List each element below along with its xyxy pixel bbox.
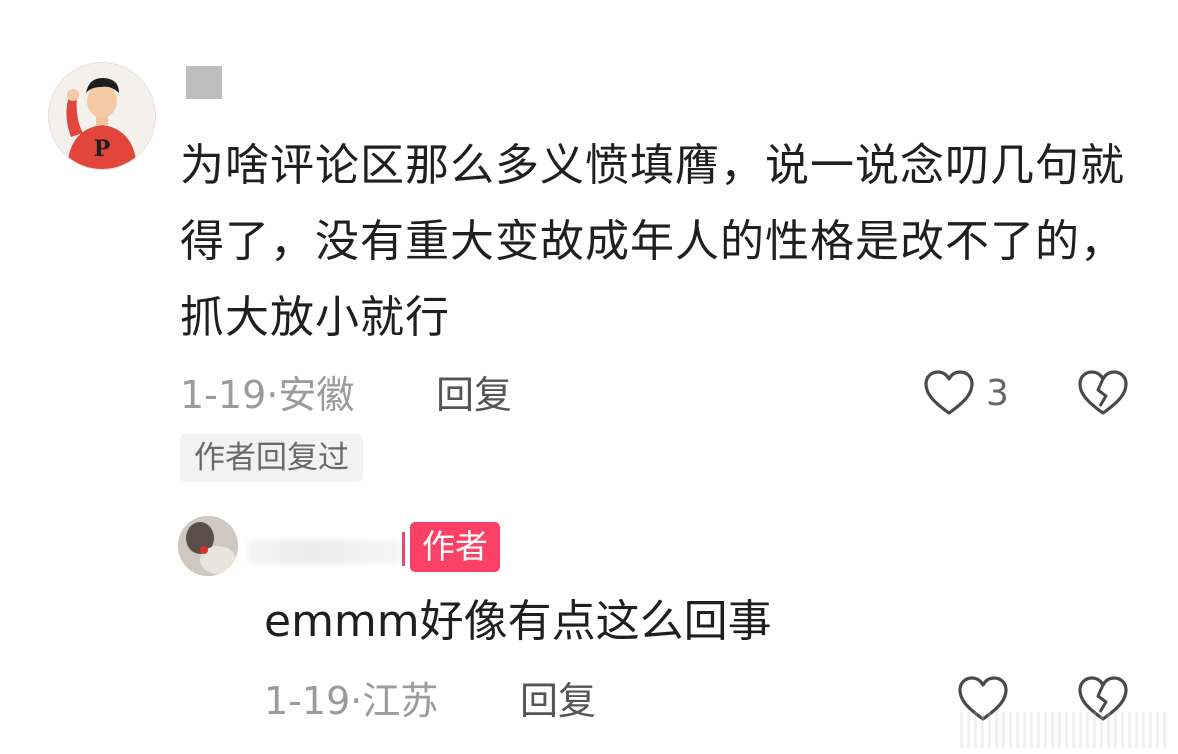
like-button[interactable]: 3 (922, 368, 1009, 418)
author-badge: 作者 (410, 522, 500, 572)
reply-meta: 1-19·江苏 (264, 678, 438, 724)
reply-location: 江苏 (362, 679, 439, 723)
reply-button[interactable]: 回复 (436, 372, 512, 418)
watermark (960, 712, 1170, 748)
comment-location: 安徽 (278, 373, 355, 417)
reply-text: emmm好像有点这么回事 (264, 596, 772, 647)
avatar-illustration: P (49, 63, 155, 169)
meta-separator: · (266, 373, 279, 417)
reply-to-reply-button[interactable]: 回复 (520, 678, 596, 724)
like-count: 3 (986, 372, 1009, 414)
author-name-redacted (248, 540, 400, 564)
comment-date: 1-19 (180, 373, 267, 417)
author-replied-tag[interactable]: 作者回复过 (180, 434, 363, 482)
commenter-avatar[interactable]: P (48, 62, 156, 170)
username-redacted (186, 66, 222, 99)
heart-icon (924, 370, 974, 415)
dislike-button[interactable] (1076, 368, 1130, 422)
author-avatar[interactable] (178, 516, 238, 576)
avatar-letter: P (94, 136, 111, 162)
comment-text: 为啥评论区那么多义愤填膺，说一说念叨几句就得了，没有重大变故成年人的性格是改不了… (180, 140, 1125, 343)
broken-heart-icon (1078, 370, 1128, 415)
meta-separator: · (350, 679, 363, 723)
author-divider (402, 532, 405, 566)
reply-date: 1-19 (264, 679, 351, 723)
comment-meta: 1-19·安徽 (180, 372, 354, 418)
author-avatar-photo (178, 516, 238, 576)
